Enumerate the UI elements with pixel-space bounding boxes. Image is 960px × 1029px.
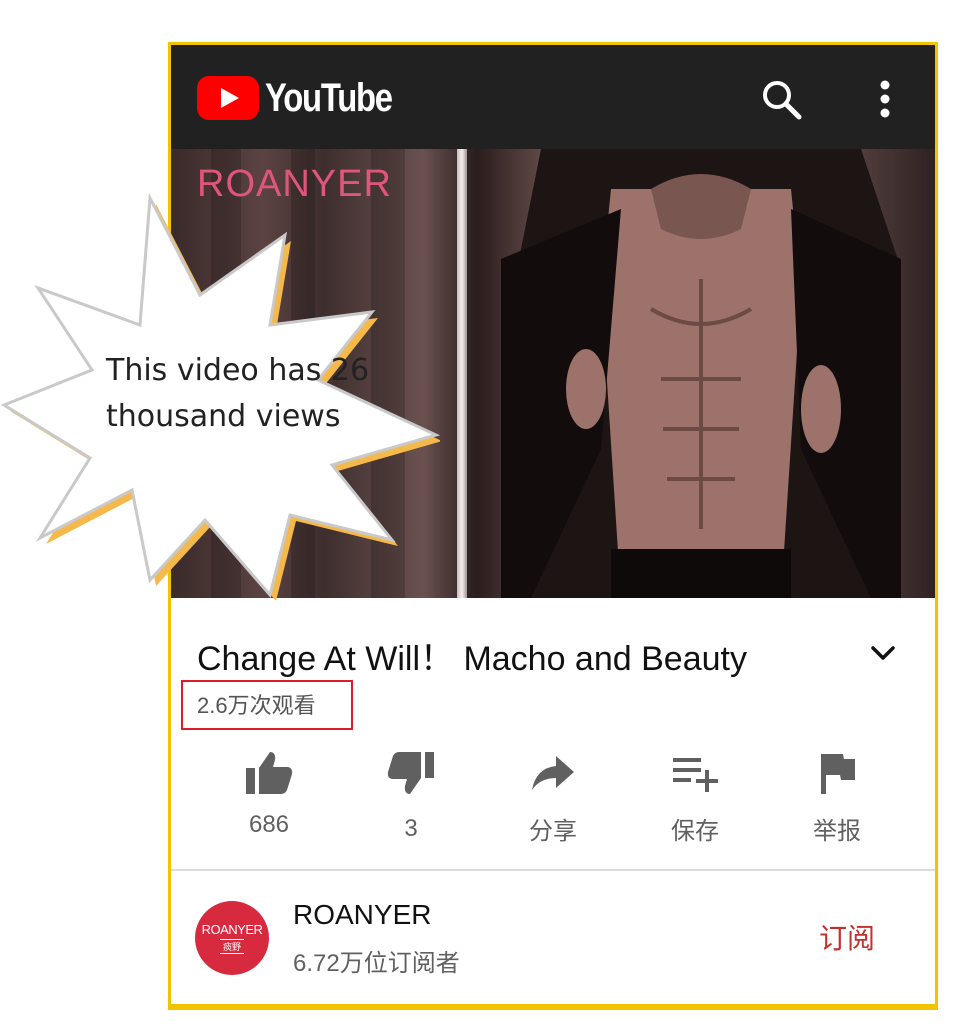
callout-text: This video has 26 thousand views [106, 353, 370, 434]
share-icon [532, 756, 574, 790]
like-button[interactable]: 686 [209, 745, 329, 839]
report-button[interactable]: 举报 [777, 745, 897, 846]
save-label: 保存 [671, 818, 719, 845]
frame-bottom-border [168, 1004, 938, 1007]
more-vert-icon[interactable] [861, 75, 909, 123]
search-icon[interactable] [757, 75, 805, 123]
avatar-text: ROANYER [201, 922, 263, 937]
light-strip [457, 149, 467, 598]
save-button[interactable]: 保存 [635, 745, 755, 846]
dislike-count: 3 [404, 815, 418, 842]
channel-name[interactable]: ROANYER [293, 899, 431, 931]
thumb-down-icon [387, 752, 434, 794]
chevron-down-icon[interactable] [865, 635, 901, 671]
avatar-subtext: 痰野 [219, 939, 244, 954]
video-thumbnail-figure [501, 149, 901, 598]
video-title: Change At Will！ Macho and Beauty [197, 640, 747, 678]
playlist-add-icon [673, 758, 718, 792]
flag-icon [821, 754, 855, 794]
report-label: 举报 [813, 818, 861, 845]
subscribe-button[interactable]: 订阅 [819, 917, 875, 957]
channel-avatar[interactable]: ROANYER 痰野 [195, 901, 269, 975]
share-button[interactable]: 分享 [493, 745, 613, 846]
channel-row: ROANYER 痰野 ROANYER 6.72万位订阅者 订阅 [171, 871, 935, 1007]
dislike-button[interactable]: 3 [351, 745, 471, 843]
share-label: 分享 [529, 818, 577, 845]
logo-text: YouTube [265, 75, 393, 120]
subscriber-count: 6.72万位订阅者 [293, 950, 460, 977]
app-header: YouTube [171, 45, 935, 149]
youtube-logo[interactable]: YouTube [197, 75, 420, 121]
action-bar: 686 3 分享 保存 举报 [171, 745, 935, 869]
thumb-up-icon [246, 752, 293, 794]
views-highlight-box [181, 680, 353, 730]
like-count: 686 [248, 811, 290, 838]
play-logo-icon [197, 76, 259, 120]
